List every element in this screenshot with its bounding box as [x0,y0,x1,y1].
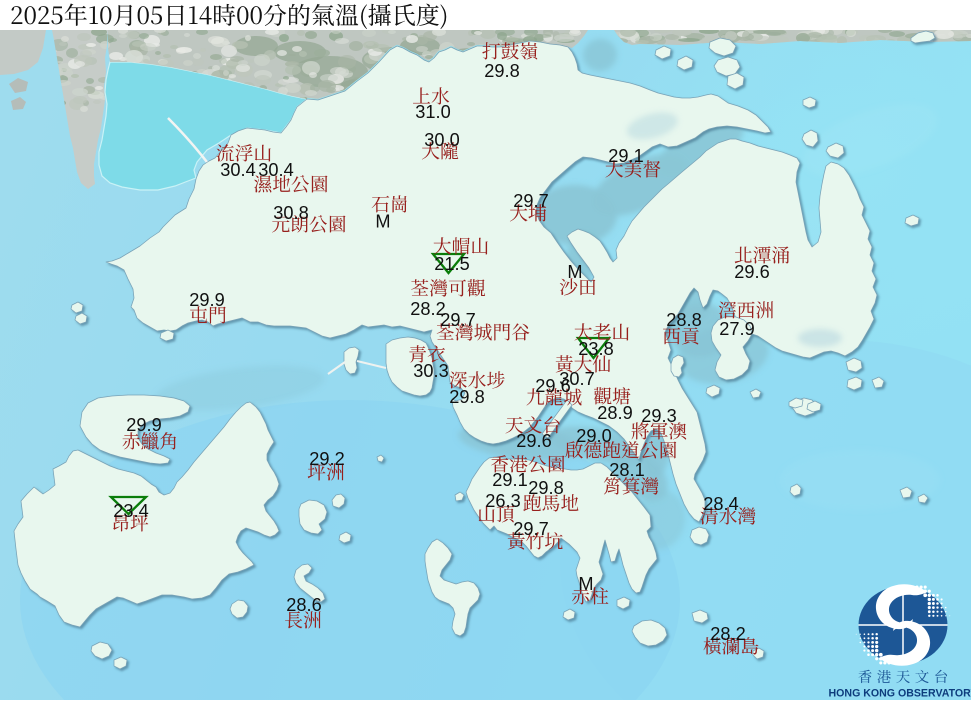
svg-text:29.1: 29.1 [608,146,643,166]
svg-text:29.7: 29.7 [513,191,548,211]
svg-text:M: M [567,262,582,282]
svg-text:30.8: 30.8 [273,203,308,223]
svg-text:28.9: 28.9 [597,403,632,423]
svg-text:29.8: 29.8 [528,478,563,498]
svg-text:29.7: 29.7 [513,519,548,539]
svg-text:29.6: 29.6 [535,376,570,396]
svg-text:28.1: 28.1 [609,460,644,480]
svg-text:26.3: 26.3 [485,491,520,511]
svg-text:27.9: 27.9 [719,319,754,339]
svg-text:29.6: 29.6 [734,262,769,282]
svg-text:30.4: 30.4 [220,160,255,180]
svg-text:29.2: 29.2 [309,449,344,469]
svg-text:M: M [578,574,593,594]
svg-text:28.2: 28.2 [710,624,745,644]
svg-text:29.6: 29.6 [516,431,551,451]
svg-text:29.7: 29.7 [440,310,475,330]
svg-text:HONG KONG OBSERVATORY: HONG KONG OBSERVATORY [829,688,971,700]
svg-text:28.6: 28.6 [286,595,321,615]
svg-text:28.4: 28.4 [703,494,738,514]
svg-text:21.5: 21.5 [434,254,469,274]
svg-text:29.3: 29.3 [641,406,676,426]
svg-text:31.0: 31.0 [415,102,450,122]
svg-text:29.8: 29.8 [484,61,519,81]
svg-text:29.0: 29.0 [576,426,611,446]
svg-text:28.8: 28.8 [666,310,701,330]
svg-text:29.9: 29.9 [126,415,161,435]
svg-text:29.8: 29.8 [449,387,484,407]
svg-text:30.0: 30.0 [424,130,459,150]
svg-text:29.9: 29.9 [189,290,224,310]
svg-text:30.3: 30.3 [413,361,448,381]
svg-text:23.4: 23.4 [113,501,148,521]
svg-text:30.4: 30.4 [258,160,293,180]
svg-text:M: M [375,212,390,232]
svg-text:29.1: 29.1 [492,470,527,490]
